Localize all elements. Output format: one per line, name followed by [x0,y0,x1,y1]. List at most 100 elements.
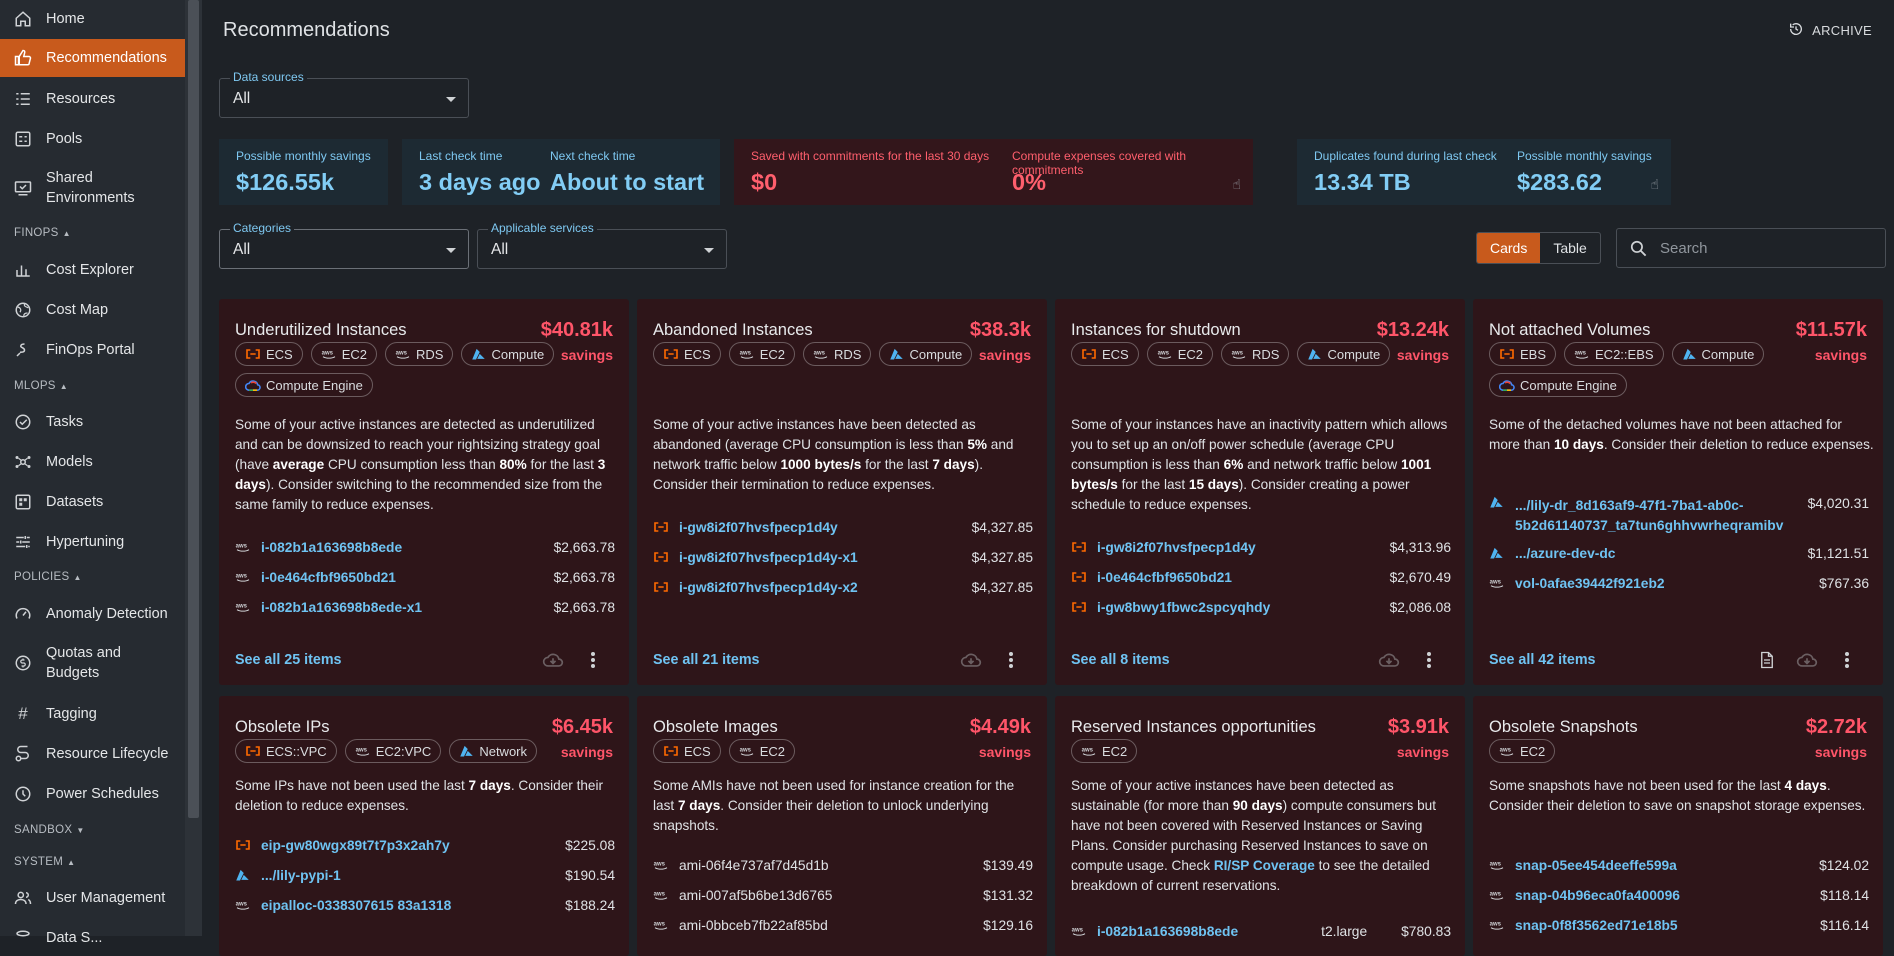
archive-button[interactable]: ARCHIVE [1788,21,1872,40]
recommendation-card[interactable]: Obsolete IPs $6.45k savings ECS::VPC aws EC2:… [219,696,629,956]
resource-row[interactable]: aws i-082b1a163698b8ede $2,663.78 [235,532,615,562]
resource-row[interactable]: .../lily-pypi-1 $190.54 [235,860,615,890]
recommendation-card[interactable]: Reserved Instances opportunities $3.91k sa… [1055,696,1465,956]
resource-icon-wrap: aws [1489,577,1515,589]
sidebar-item-cost-explorer[interactable]: Cost Explorer [0,256,185,284]
resource-row[interactable]: aws snap-04b96eca0fa400096 $118.14 [1489,880,1869,910]
recommendation-card[interactable]: Underutilized Instances $40.81k savings ECS… [219,299,629,685]
categories-select[interactable]: Categories All [219,221,469,269]
sidebar-item-cost-map[interactable]: Cost Map [0,296,185,324]
view-table-button[interactable]: Table [1540,233,1599,263]
more-vertical-icon[interactable] [991,651,1031,669]
resource-name[interactable]: i-gw8bwy1fbwc2spcyqhdy [1097,600,1390,615]
resource-name[interactable]: i-gw8i2f07hvsfpecp1d4y-x1 [679,550,972,565]
cloud-download-icon[interactable] [951,651,991,669]
resource-row[interactable]: .../lily-dr_8d163af9-47f1-7ba1-ab0c-5b2d… [1489,496,1869,538]
resource-row[interactable]: i-gw8i2f07hvsfpecp1d4y $4,313.96 [1071,532,1451,562]
applicable-services-select[interactable]: Applicable services All [477,221,727,269]
resource-row[interactable]: i-gw8i2f07hvsfpecp1d4y-x1 $4,327.85 [653,542,1033,572]
sidebar-item-home[interactable]: Home [0,5,185,33]
recommendation-card[interactable]: Abandoned Instances $38.3k savings ECS aws EC… [637,299,1047,685]
resource-name[interactable]: eipalloc-0338307615 83a1318 [261,898,565,913]
data-sources-select[interactable]: Data sources All [219,70,469,118]
resource-name[interactable]: i-gw8i2f07hvsfpecp1d4y [1097,540,1390,555]
resource-row[interactable]: aws i-0e464cfbf9650bd21 $2,663.78 [235,562,615,592]
resource-row[interactable]: aws eipalloc-0338307615 83a1318 $188.24 [235,890,615,920]
resource-name[interactable]: i-082b1a163698b8ede [1097,924,1321,939]
ri-sp-coverage-link[interactable]: RI/SP Coverage [1214,858,1315,873]
sidebar-item-tagging[interactable]: # Tagging [0,700,185,728]
sidebar-scrollbar[interactable] [185,0,202,936]
sidebar-item-power-schedules[interactable]: Power Schedules [0,780,185,808]
see-all-link[interactable]: See all 21 items [653,652,951,668]
section-mlops[interactable]: MLOPS ▲ [14,380,68,392]
sidebar-item-models[interactable]: Models [0,448,185,476]
resource-row[interactable]: eip-gw80wgx89t7t7p3x2ah7y $225.08 [235,830,615,860]
resource-name[interactable]: i-gw8i2f07hvsfpecp1d4y-x2 [679,580,972,595]
scrollbar-thumb[interactable] [188,0,199,818]
resource-name[interactable]: .../lily-dr_8d163af9-47f1-7ba1-ab0c-5b2d… [1515,496,1795,536]
more-vertical-icon[interactable] [1409,651,1449,669]
section-policies[interactable]: POLICIES ▲ [14,571,82,583]
resource-name[interactable]: i-082b1a163698b8ede-x1 [261,600,554,615]
document-icon[interactable] [1747,651,1787,669]
see-all-link[interactable]: See all 25 items [235,652,533,668]
more-vertical-icon[interactable] [1827,651,1867,669]
section-finops[interactable]: FINOPS ▲ [14,227,71,239]
resource-row[interactable]: i-gw8bwy1fbwc2spcyqhdy $2,086.08 [1071,592,1451,622]
cloud-download-icon[interactable] [533,651,573,669]
alibaba-cloud-icon [663,745,679,757]
resource-row[interactable]: aws i-082b1a163698b8ede t2.large $780.83 [1071,916,1451,946]
sidebar-item-resource-lifecycle[interactable]: Resource Lifecycle [0,740,185,768]
resource-name[interactable]: vol-0afae39442f921eb2 [1515,576,1819,591]
resource-row[interactable]: aws snap-05ee454deeffe599a $124.02 [1489,850,1869,880]
resource-name[interactable]: i-082b1a163698b8ede [261,540,554,555]
cloud-download-icon[interactable] [1787,651,1827,669]
cloud-download-icon[interactable] [1369,651,1409,669]
sidebar-item-recommendations[interactable]: Recommendations [0,39,185,77]
resource-row[interactable]: .../azure-dev-dc $1,121.51 [1489,538,1869,568]
card-footer: See all 42 items [1489,645,1867,675]
resource-name[interactable]: .../azure-dev-dc [1515,546,1808,561]
stat-value: $283.62 [1517,169,1602,195]
more-vertical-icon[interactable] [573,651,613,669]
recommendation-card[interactable]: Obsolete Snapshots $2.72k savings aws EC2 Som… [1473,696,1883,956]
resource-name[interactable]: snap-05ee454deeffe599a [1515,858,1819,873]
sidebar-item-pools[interactable]: Pools [0,125,185,153]
sidebar-item-datasets[interactable]: Datasets [0,488,185,516]
resource-name[interactable]: i-0e464cfbf9650bd21 [261,570,554,585]
sidebar-item-quotas-and-budgets[interactable]: Quotas and Budgets [0,643,185,683]
sidebar-item-shared-environments[interactable]: Shared Environments [0,168,185,208]
recommendation-card[interactable]: Obsolete Images $4.49k savings ECS aws EC2 Som… [637,696,1047,956]
resource-row[interactable]: aws vol-0afae39442f921eb2 $767.36 [1489,568,1869,598]
resource-row[interactable]: i-0e464cfbf9650bd21 $2,670.49 [1071,562,1451,592]
sidebar-item-user-management[interactable]: User Management [0,884,185,912]
sidebar-item-anomaly-detection[interactable]: Anomaly Detection [0,600,185,628]
sidebar-item-finops-portal[interactable]: FinOps Portal [0,336,185,364]
sidebar-item-resources[interactable]: Resources [0,85,185,113]
stat-duplicates[interactable]: Duplicates found during last check 13.34… [1297,139,1671,205]
stat-commitments[interactable]: Saved with commitments for the last 30 d… [734,139,1253,205]
recommendation-card[interactable]: Not attached Volumes $11.57k savings EBS aws… [1473,299,1883,685]
search-input[interactable]: Search [1616,228,1886,268]
resource-name[interactable]: .../lily-pypi-1 [261,868,565,883]
see-all-link[interactable]: See all 42 items [1489,652,1747,668]
resource-row[interactable]: aws ami-007af5b6be13d6765 $131.32 [653,880,1033,910]
sidebar-item-data-sources[interactable]: Data S... [0,924,185,952]
resource-name[interactable]: snap-04b96eca0fa400096 [1515,888,1820,903]
sidebar-item-tasks[interactable]: Tasks [0,408,185,436]
resource-name[interactable]: snap-0f8f3562ed71e18b5 [1515,918,1820,933]
resource-row[interactable]: i-gw8i2f07hvsfpecp1d4y $4,327.85 [653,512,1033,542]
resource-row[interactable]: i-gw8i2f07hvsfpecp1d4y-x2 $4,327.85 [653,572,1033,602]
resource-name[interactable]: eip-gw80wgx89t7t7p3x2ah7y [261,838,565,853]
recommendation-card[interactable]: Instances for shutdown $13.24k savings ECS a… [1055,299,1465,685]
resource-row[interactable]: aws i-082b1a163698b8ede-x1 $2,663.78 [235,592,615,622]
resource-name[interactable]: i-0e464cfbf9650bd21 [1097,570,1390,585]
resource-row[interactable]: aws ami-06f4e737af7d45d1b $139.49 [653,850,1033,880]
sidebar-item-hypertuning[interactable]: Hypertuning [0,528,185,556]
section-sandbox[interactable]: SANDBOX ▼ [14,824,85,836]
see-all-link[interactable]: See all 8 items [1071,652,1369,668]
view-cards-button[interactable]: Cards [1477,233,1541,263]
resource-name[interactable]: i-gw8i2f07hvsfpecp1d4y [679,520,972,535]
section-system[interactable]: SYSTEM ▲ [14,856,75,868]
